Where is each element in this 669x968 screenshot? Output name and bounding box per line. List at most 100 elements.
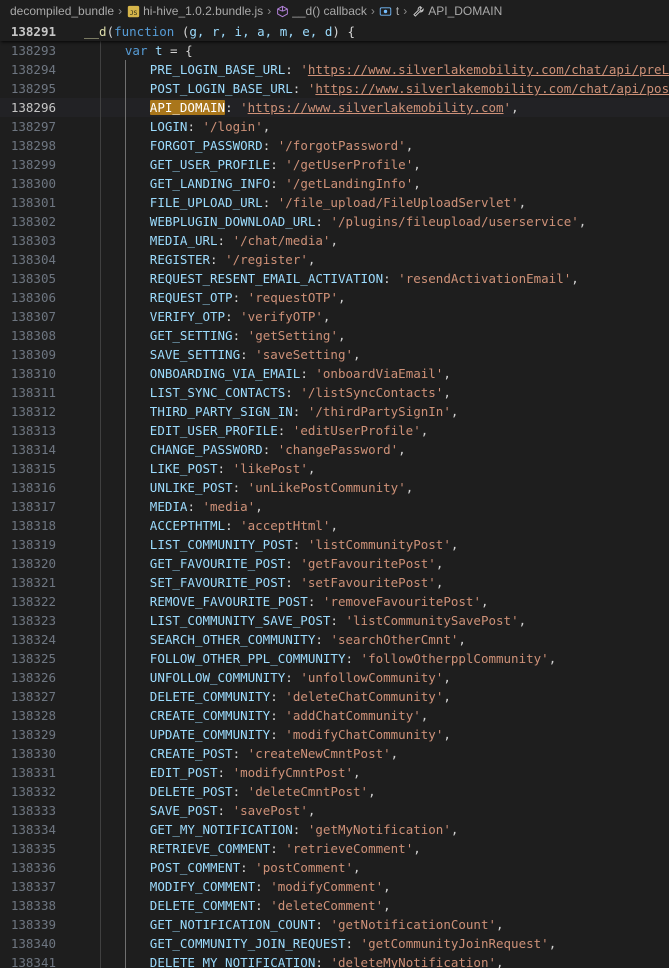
fold-gutter[interactable]	[68, 402, 84, 421]
fold-gutter[interactable]	[68, 250, 84, 269]
code-line[interactable]: 138295 POST_LOGIN_BASE_URL: 'https://www.…	[0, 79, 669, 98]
code-line[interactable]: 138332 DELETE_POST: 'deleteCmntPost',	[0, 782, 669, 801]
string-url-value[interactable]: https://www.silverlakemobility.com	[248, 100, 504, 115]
fold-gutter[interactable]	[68, 117, 84, 136]
code-line[interactable]: 138330 CREATE_POST: 'createNewCmntPost',	[0, 744, 669, 763]
code-line[interactable]: 138313 EDIT_USER_PROFILE: 'editUserProfil…	[0, 421, 669, 440]
code-line[interactable]: 138319 LIST_COMMUNITY_POST: 'listCommunit…	[0, 535, 669, 554]
code-line[interactable]: 138326 UNFOLLOW_COMMUNITY: 'unfollowCommu…	[0, 668, 669, 687]
code-line[interactable]: 138307 VERIFY_OTP: 'verifyOTP',	[0, 307, 669, 326]
code-line[interactable]: 138309 SAVE_SETTING: 'saveSetting',	[0, 345, 669, 364]
breadcrumb-item-2[interactable]: __d() callback	[273, 1, 369, 21]
fold-gutter[interactable]	[68, 60, 84, 79]
fold-gutter[interactable]	[68, 345, 84, 364]
fold-gutter[interactable]	[68, 839, 84, 858]
fold-gutter[interactable]	[68, 801, 84, 820]
fold-gutter[interactable]	[68, 725, 84, 744]
string-url-value[interactable]: https://www.silverlakemobility.com/chat/…	[308, 62, 669, 77]
fold-gutter[interactable]	[68, 535, 84, 554]
fold-gutter[interactable]	[68, 307, 84, 326]
code-line[interactable]: 138297 LOGIN: '/login',	[0, 117, 669, 136]
fold-gutter[interactable]	[68, 592, 84, 611]
fold-gutter[interactable]	[68, 554, 84, 573]
code-line[interactable]: 138298 FORGOT_PASSWORD: '/forgotPassword'…	[0, 136, 669, 155]
fold-gutter[interactable]	[68, 915, 84, 934]
code-line[interactable]: 138340 GET_COMMUNITY_JOIN_REQUEST: 'getCo…	[0, 934, 669, 953]
code-line[interactable]: 138294 PRE_LOGIN_BASE_URL: 'https://www.s…	[0, 60, 669, 79]
breadcrumb-item-0[interactable]: decompiled_bundle	[8, 1, 116, 21]
code-line[interactable]: 138324 SEARCH_OTHER_COMMUNITY: 'searchOth…	[0, 630, 669, 649]
code-line[interactable]: 138338 DELETE_COMMENT: 'deleteComment',	[0, 896, 669, 915]
code-line[interactable]: 138333 SAVE_POST: 'savePost',	[0, 801, 669, 820]
fold-gutter[interactable]	[68, 174, 84, 193]
fold-gutter[interactable]	[68, 687, 84, 706]
fold-gutter[interactable]	[68, 98, 84, 117]
fold-gutter[interactable]	[68, 383, 84, 402]
fold-gutter[interactable]	[68, 611, 84, 630]
code-line[interactable]: 138296 API_DOMAIN: 'https://www.silverlak…	[0, 98, 669, 117]
code-line[interactable]: 138316 UNLIKE_POST: 'unLikePostCommunity'…	[0, 478, 669, 497]
fold-gutter[interactable]	[68, 212, 84, 231]
fold-gutter[interactable]	[68, 649, 84, 668]
fold-gutter[interactable]	[68, 668, 84, 687]
code-line[interactable]: 138323 LIST_COMMUNITY_SAVE_POST: 'listCom…	[0, 611, 669, 630]
code-line[interactable]: 138331 EDIT_POST: 'modifyCmntPost',	[0, 763, 669, 782]
fold-gutter[interactable]	[68, 858, 84, 877]
fold-gutter[interactable]	[68, 231, 84, 250]
fold-gutter[interactable]	[68, 364, 84, 383]
fold-gutter[interactable]	[68, 516, 84, 535]
code-line[interactable]: 138312 THIRD_PARTY_SIGN_IN: '/thirdPartyS…	[0, 402, 669, 421]
fold-gutter[interactable]	[68, 763, 84, 782]
fold-gutter[interactable]	[68, 440, 84, 459]
code-line[interactable]: 138317 MEDIA: 'media',	[0, 497, 669, 516]
fold-gutter[interactable]	[68, 155, 84, 174]
code-line[interactable]: 138321 SET_FAVOURITE_POST: 'setFavouriteP…	[0, 573, 669, 592]
code-line[interactable]: 138341 DELETE_MY_NOTIFICATION: 'deleteMyN…	[0, 953, 669, 968]
code-line[interactable]: 138337 MODIFY_COMMENT: 'modifyComment',	[0, 877, 669, 896]
breadcrumb-item-3[interactable]: t	[377, 1, 401, 21]
code-line[interactable]: 138293 var t = {	[0, 41, 669, 60]
fold-gutter[interactable]	[68, 877, 84, 896]
code-lines-container[interactable]: 138292Object.defineProperty(e, "__esModu…	[0, 22, 669, 968]
code-line[interactable]: 138303 MEDIA_URL: '/chat/media',	[0, 231, 669, 250]
fold-gutter[interactable]	[68, 459, 84, 478]
sticky-scroll-header[interactable]: 138291 __d(function (g, r, i, a, m, e, d…	[0, 22, 669, 41]
code-line[interactable]: 138329 UPDATE_COMMUNITY: 'modifyChatCommu…	[0, 725, 669, 744]
code-line[interactable]: 138305 REQUEST_RESENT_EMAIL_ACTIVATION: '…	[0, 269, 669, 288]
code-line[interactable]: 138325 FOLLOW_OTHER_PPL_COMMUNITY: 'follo…	[0, 649, 669, 668]
code-line[interactable]: 138336 POST_COMMENT: 'postComment',	[0, 858, 669, 877]
fold-gutter[interactable]	[68, 269, 84, 288]
code-line[interactable]: 138308 GET_SETTING: 'getSetting',	[0, 326, 669, 345]
breadcrumb-item-4[interactable]: API_DOMAIN	[409, 1, 504, 21]
code-line[interactable]: 138311 LIST_SYNC_CONTACTS: '/listSyncCont…	[0, 383, 669, 402]
fold-gutter[interactable]	[68, 706, 84, 725]
code-line[interactable]: 138322 REMOVE_FAVOURITE_POST: 'removeFavo…	[0, 592, 669, 611]
breadcrumb-item-1[interactable]: JS hi-hive_1.0.2.bundle.js	[124, 1, 265, 21]
code-line[interactable]: 138315 LIKE_POST: 'likePost',	[0, 459, 669, 478]
code-line[interactable]: 138335 RETRIEVE_COMMENT: 'retrieveComment…	[0, 839, 669, 858]
string-url-value[interactable]: https://www.silverlakemobility.com/chat/…	[315, 81, 669, 96]
code-line[interactable]: 138339 GET_NOTIFICATION_COUNT: 'getNotifi…	[0, 915, 669, 934]
code-line[interactable]: 138302 WEBPLUGIN_DOWNLOAD_URL: '/plugins/…	[0, 212, 669, 231]
fold-gutter[interactable]	[68, 820, 84, 839]
fold-gutter[interactable]	[68, 573, 84, 592]
code-editor[interactable]: 138291 __d(function (g, r, i, a, m, e, d…	[0, 22, 669, 968]
code-line[interactable]: 138320 GET_FAVOURITE_POST: 'getFavouriteP…	[0, 554, 669, 573]
code-line[interactable]: 138306 REQUEST_OTP: 'requestOTP',	[0, 288, 669, 307]
fold-gutter[interactable]	[68, 136, 84, 155]
fold-gutter[interactable]	[68, 326, 84, 345]
code-line[interactable]: 138304 REGISTER: '/register',	[0, 250, 669, 269]
code-line[interactable]: 138318 ACCEPTHTML: 'acceptHtml',	[0, 516, 669, 535]
code-line[interactable]: 138334 GET_MY_NOTIFICATION: 'getMyNotific…	[0, 820, 669, 839]
fold-gutter[interactable]	[68, 288, 84, 307]
fold-gutter[interactable]	[68, 744, 84, 763]
code-line[interactable]: 138301 FILE_UPLOAD_URL: '/file_upload/Fil…	[0, 193, 669, 212]
code-line[interactable]: 138314 CHANGE_PASSWORD: 'changePassword',	[0, 440, 669, 459]
fold-gutter[interactable]	[68, 782, 84, 801]
fold-gutter[interactable]	[68, 953, 84, 968]
fold-gutter[interactable]	[68, 193, 84, 212]
code-line[interactable]: 138299 GET_USER_PROFILE: '/getUserProfile…	[0, 155, 669, 174]
fold-gutter[interactable]	[68, 41, 84, 60]
fold-gutter[interactable]	[68, 421, 84, 440]
fold-gutter[interactable]	[68, 630, 84, 649]
